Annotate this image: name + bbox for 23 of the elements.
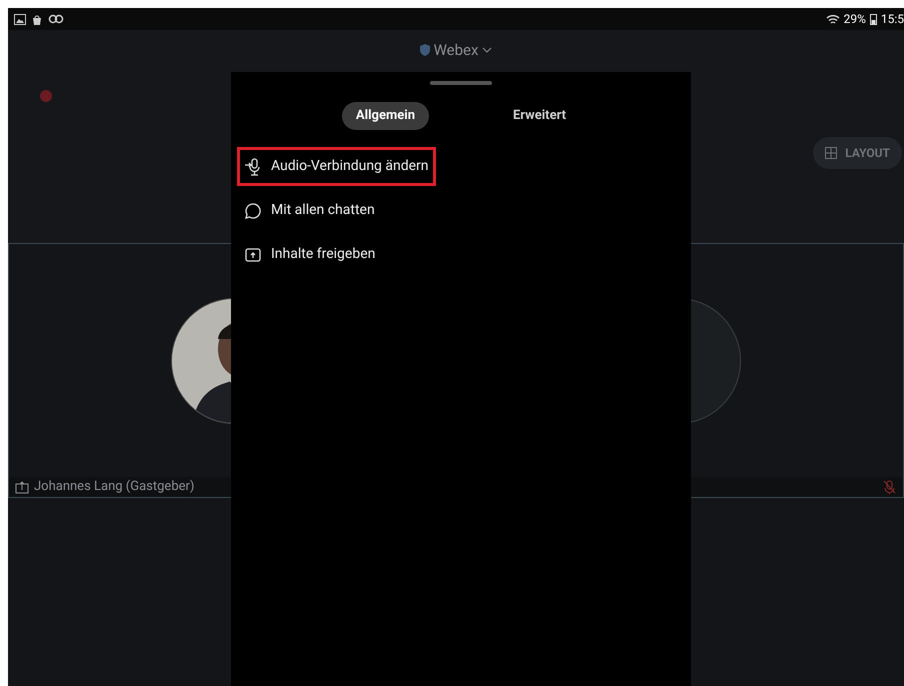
battery-percent: 29%: [844, 11, 866, 28]
meeting-title[interactable]: Webex: [434, 39, 478, 62]
chevron-down-icon: [482, 46, 492, 54]
share-screen-icon: [244, 246, 262, 264]
shield-icon: [420, 44, 430, 56]
share-icon: [15, 480, 29, 494]
alert-badge-icon: [40, 90, 52, 102]
image-icon: [14, 14, 26, 24]
battery-icon: [870, 13, 877, 25]
wifi-icon: [826, 14, 840, 24]
grid-icon: [825, 147, 838, 159]
chat-bubble-icon: [244, 202, 262, 220]
bag-icon: [32, 14, 42, 24]
drag-handle[interactable]: [430, 81, 492, 85]
menu-item[interactable]: Mit allen chatten: [237, 191, 382, 230]
clock-time: 15:5: [880, 11, 904, 28]
link-icon: [48, 14, 64, 24]
tab[interactable]: Erweitert: [498, 102, 580, 130]
tab[interactable]: Allgemein: [342, 102, 429, 130]
menu-item[interactable]: Audio-Verbindung ändern: [237, 147, 436, 186]
participant-name: Johannes Lang (Gastgeber): [34, 478, 194, 496]
menu-item[interactable]: Inhalte freigeben: [237, 235, 382, 274]
microphone-arrow-icon: [244, 158, 262, 176]
